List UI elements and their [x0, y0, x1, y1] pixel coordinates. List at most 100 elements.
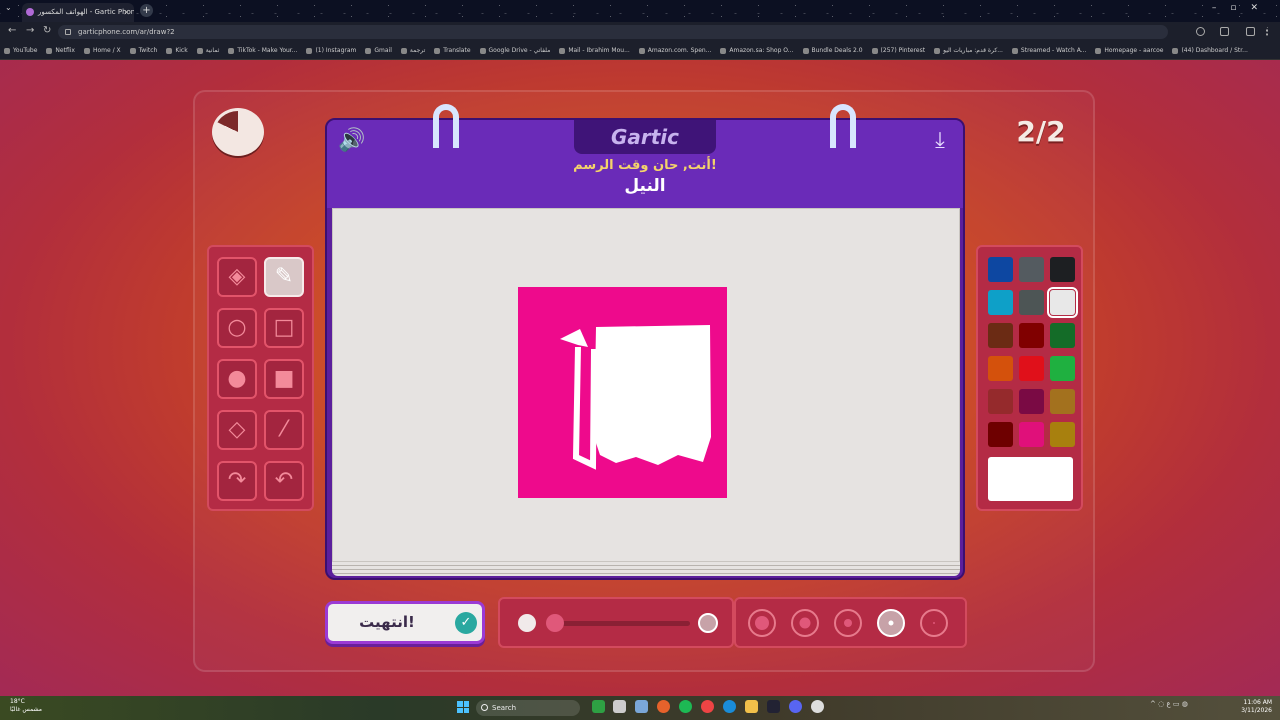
bookmark-item[interactable]: Bundle Deals 2.0 [802, 47, 863, 54]
new-tab-button[interactable]: + [140, 4, 153, 17]
bookmark-item[interactable]: (1) Instagram [306, 47, 356, 54]
folder-icon[interactable] [745, 700, 758, 713]
bookmark-favicon-icon [1172, 47, 1179, 54]
brush-size-button[interactable] [748, 609, 776, 637]
bookmark-item[interactable]: Netflix [46, 47, 75, 54]
color-swatch[interactable] [1019, 422, 1044, 447]
bookmark-item[interactable]: (257) Pinterest [871, 47, 925, 54]
brush-size-button[interactable] [920, 609, 948, 637]
back-icon[interactable]: ← [8, 25, 16, 36]
color-swatch[interactable] [1019, 323, 1044, 348]
app-icon[interactable] [657, 700, 670, 713]
drawing-canvas[interactable] [332, 208, 960, 562]
color-swatch[interactable] [1047, 287, 1078, 318]
browser-tab[interactable]: الهواتف المكسور - Gartic Phone ✕ [22, 3, 134, 22]
ellipse-outline-tool[interactable]: ○ [217, 308, 257, 348]
color-swatch[interactable] [1050, 257, 1075, 282]
color-swatch[interactable] [988, 389, 1013, 414]
brush-size-dot-icon [755, 616, 769, 630]
brush-size-button[interactable] [791, 609, 819, 637]
chrome-icon[interactable] [701, 700, 714, 713]
bookmark-item[interactable]: Mail - Ibrahim Mou... [559, 47, 630, 54]
bookmark-item[interactable]: Homepage - aarcoe [1095, 47, 1163, 54]
bookmark-favicon-icon [479, 47, 486, 54]
bookmark-item[interactable]: ترجمة [400, 47, 425, 54]
color-swatch[interactable] [1050, 422, 1075, 447]
color-swatch[interactable] [988, 323, 1013, 348]
bookmark-item[interactable]: Kick [166, 47, 188, 54]
bookmark-favicon-icon [166, 47, 173, 54]
start-icon[interactable] [457, 701, 469, 713]
color-swatch[interactable] [1019, 389, 1044, 414]
rectangle-filled-tool[interactable]: ■ [264, 359, 304, 399]
discord-icon[interactable] [789, 700, 802, 713]
color-swatch[interactable] [1019, 290, 1044, 315]
site-info-icon[interactable] [65, 29, 71, 35]
star-icon[interactable] [1196, 27, 1205, 36]
color-swatch[interactable] [1050, 323, 1075, 348]
brush-size-button[interactable] [834, 609, 862, 637]
profile-icon[interactable] [1246, 27, 1255, 36]
bookmark-item[interactable]: Twitch [129, 47, 157, 54]
bookmark-favicon-icon [4, 47, 10, 54]
close-tab-icon[interactable]: ✕ [123, 3, 130, 22]
volume-icon[interactable]: 🔊 [338, 128, 368, 154]
menu-icon[interactable] [1266, 27, 1270, 36]
color-swatch[interactable] [988, 422, 1013, 447]
redo-tool[interactable]: ↶ [264, 461, 304, 501]
weather-widget[interactable]: 18°C مشمس غالبًا [10, 698, 42, 714]
draw-word: النيل [624, 176, 666, 196]
reload-icon[interactable]: ↻ [43, 25, 51, 36]
edge-icon[interactable] [723, 700, 736, 713]
tab-list-icon[interactable]: ⌄ [5, 3, 12, 12]
spotify-icon[interactable] [679, 700, 692, 713]
ellipse-filled-tool[interactable]: ● [217, 359, 257, 399]
check-icon: ✓ [455, 612, 477, 634]
drawn-white-shape [594, 325, 711, 465]
color-swatch[interactable] [1019, 356, 1044, 381]
bookmark-item[interactable]: ثمانية [196, 47, 219, 54]
bookmark-item[interactable]: Home / X [83, 47, 121, 54]
bookmark-item[interactable]: (44) Dashboard / Str... [1172, 47, 1248, 54]
window-controls[interactable]: –▫✕ [1212, 3, 1272, 13]
taskbar-search[interactable]: Search [476, 700, 580, 716]
taskbar-clock[interactable]: 11:06 AM 3/11/2026 [1241, 699, 1272, 715]
color-swatch[interactable] [988, 257, 1013, 282]
color-swatch[interactable] [1050, 389, 1075, 414]
bookmark-favicon-icon [400, 47, 407, 54]
opacity-slider[interactable] [498, 597, 734, 648]
color-swatch[interactable] [1019, 257, 1044, 282]
app-icon-2[interactable] [811, 700, 824, 713]
forward-icon[interactable]: → [26, 25, 34, 36]
eraser-tool[interactable]: ◈ [217, 257, 257, 297]
rectangle-outline-tool[interactable]: □ [264, 308, 304, 348]
bookmark-item[interactable]: Amazon.sa: Shop O... [720, 47, 794, 54]
undo-tool[interactable]: ↷ [217, 461, 257, 501]
settings-icon[interactable] [635, 700, 648, 713]
finish-button[interactable]: انتهيت! ✓ [325, 601, 485, 644]
bookmark-item[interactable]: كرة قدم: مباريات اليو... [934, 47, 1003, 54]
bookmark-item[interactable]: Google Drive - ملفاتي [479, 47, 550, 54]
explorer-icon[interactable] [613, 700, 626, 713]
bookmark-item[interactable]: Gmail [365, 47, 392, 54]
bookmark-item[interactable]: TikTok - Make Your... [228, 47, 297, 54]
opacity-handle[interactable] [698, 613, 718, 633]
color-swatch[interactable] [1050, 356, 1075, 381]
bookmark-item[interactable]: Streamed - Watch A... [1011, 47, 1086, 54]
line-tool[interactable]: ⁄ [264, 410, 304, 450]
bookmark-item[interactable]: Amazon.com. Spen... [638, 47, 711, 54]
bookmark-item[interactable]: Translate [434, 47, 471, 54]
url-input[interactable]: garticphone.com/ar/draw?2 [58, 25, 1168, 39]
color-swatch[interactable] [988, 290, 1013, 315]
brush-size-button[interactable] [877, 609, 905, 637]
color-swatch[interactable] [988, 356, 1013, 381]
fill-bucket-tool[interactable]: ◇ [217, 410, 257, 450]
bookmark-item[interactable]: YouTube [4, 47, 37, 54]
download-icon[interactable]: ⤓ [927, 128, 953, 154]
steam-icon[interactable] [767, 700, 780, 713]
bookmarks-bar: YouTube Netflix Home / X Twitch Kick ثمانية Ti… [0, 41, 1280, 60]
pencil-tool[interactable]: ✎ [264, 257, 304, 297]
xbox-icon[interactable] [592, 700, 605, 713]
system-tray[interactable]: ^ ◌ ع ▭ ◍ [1150, 700, 1188, 708]
extensions-icon[interactable] [1220, 27, 1229, 36]
